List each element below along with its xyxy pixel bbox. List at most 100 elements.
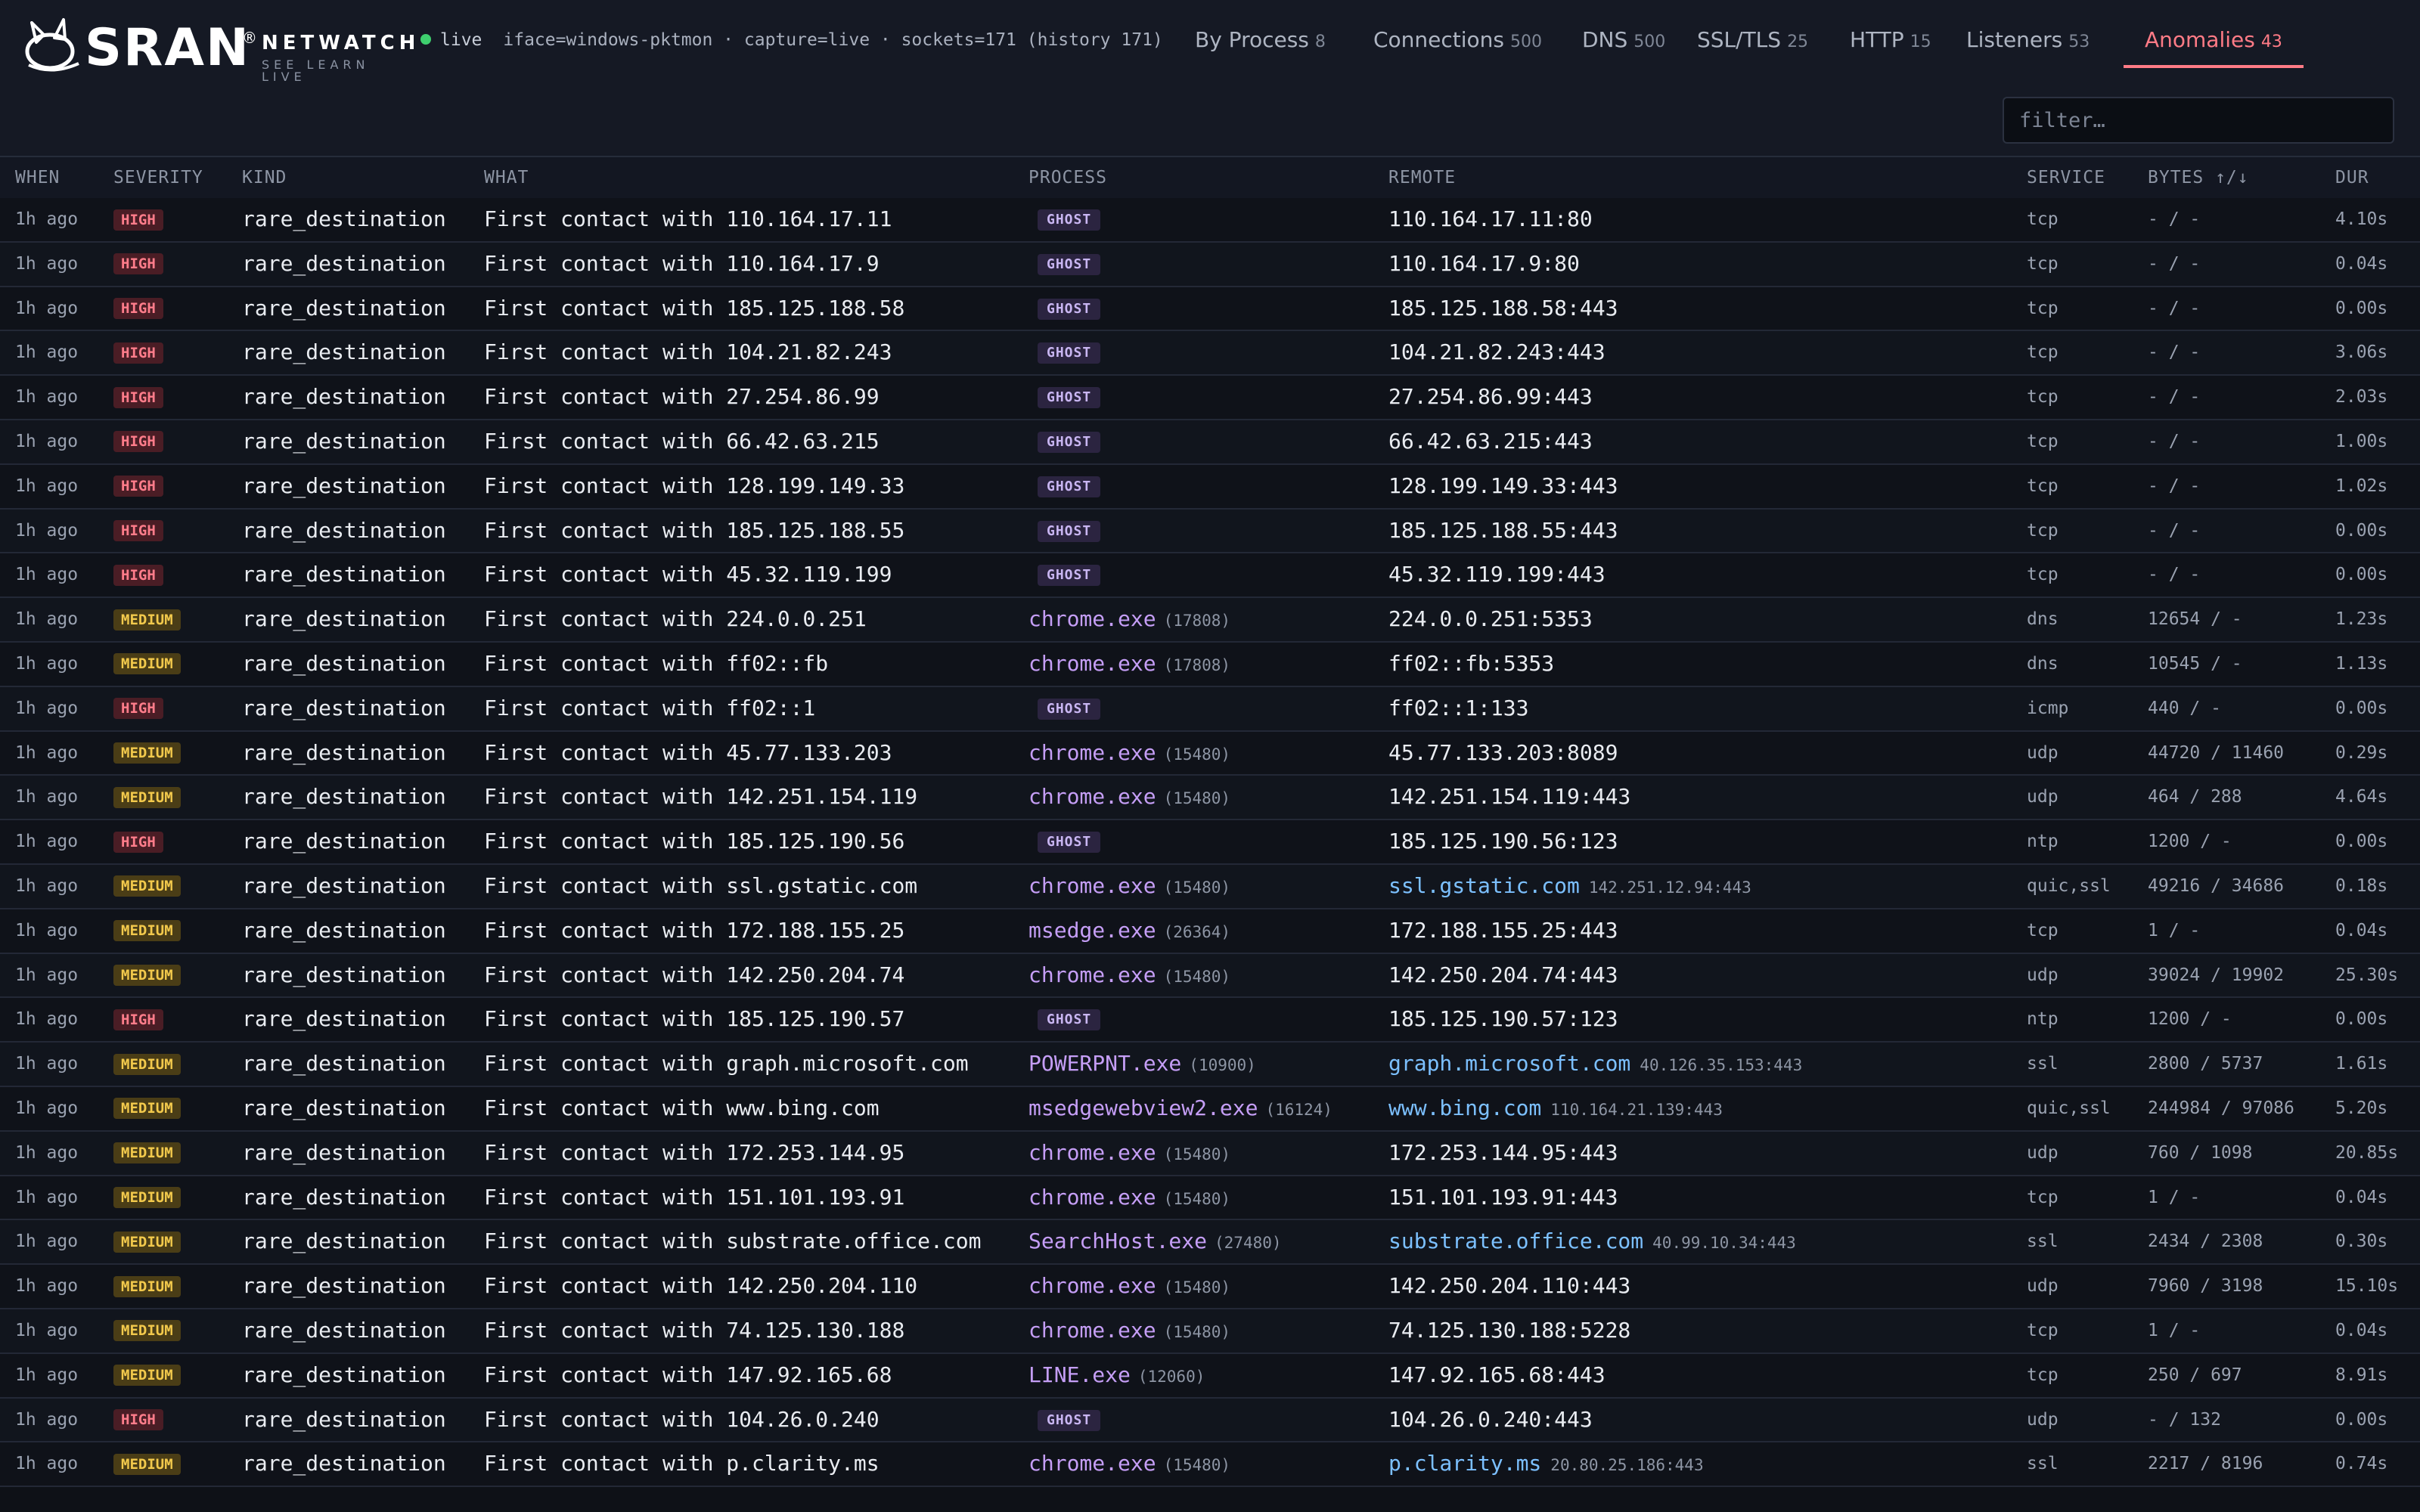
row-remote: 74.125.130.188:5228 [1388, 1309, 1630, 1352]
process-name[interactable]: chrome.exe [1028, 873, 1156, 898]
row-what: First contact with 185.125.188.58 [484, 295, 905, 321]
table-row[interactable]: 1h ago MEDIUM rare_destination First contac… [0, 1353, 2420, 1399]
column-header-process[interactable]: PROCESS [1028, 157, 1107, 198]
table-row[interactable]: 1h ago HIGH rare_destination First contact … [0, 686, 2420, 732]
table-row[interactable]: 1h ago HIGH rare_destination First contact … [0, 820, 2420, 865]
table-row[interactable]: 1h ago MEDIUM rare_destination First contac… [0, 909, 2420, 954]
row-what: First contact with 172.253.144.95 [484, 1139, 905, 1165]
row-process: GHOST [1028, 287, 1101, 330]
process-name[interactable]: chrome.exe [1028, 1273, 1156, 1298]
table-row[interactable]: 1h ago HIGH rare_destination First contact … [0, 376, 2420, 420]
table-row[interactable]: 1h ago MEDIUM rare_destination First contac… [0, 1131, 2420, 1176]
remote-hostname[interactable]: www.bing.com [1388, 1095, 1541, 1120]
column-header-duration[interactable]: DUR [2335, 157, 2369, 198]
process-name[interactable]: chrome.exe [1028, 784, 1156, 809]
live-indicator-icon [420, 34, 431, 45]
table-row[interactable]: 1h ago HIGH rare_destination First contact … [0, 420, 2420, 465]
process-name[interactable]: chrome.exe [1028, 962, 1156, 987]
tab-http[interactable]: HTTP 15 [1850, 0, 1931, 65]
row-kind: rare_destination [242, 1006, 446, 1032]
row-when: 1h ago [15, 476, 79, 496]
row-kind: rare_destination [242, 1451, 446, 1476]
table-row[interactable]: 1h ago HIGH rare_destination First contact … [0, 1398, 2420, 1443]
row-duration: 0.00s [2335, 832, 2388, 852]
table-row[interactable]: 1h ago MEDIUM rare_destination First contac… [0, 598, 2420, 643]
table-row[interactable]: 1h ago MEDIUM rare_destination First contac… [0, 776, 2420, 821]
process-name[interactable]: POWERPNT.exe [1028, 1051, 1181, 1076]
row-when: 1h ago [15, 1365, 79, 1385]
row-service: ssl [2027, 1454, 2059, 1474]
table-row[interactable]: 1h ago HIGH rare_destination First contact … [0, 198, 2420, 243]
ghost-process-badge: GHOST [1038, 832, 1101, 854]
table-row[interactable]: 1h ago MEDIUM rare_destination First contac… [0, 1309, 2420, 1354]
table-row[interactable]: 1h ago MEDIUM rare_destination First contac… [0, 642, 2420, 687]
column-header-when[interactable]: WHEN [15, 157, 60, 198]
process-name[interactable]: chrome.exe [1028, 651, 1156, 676]
process-pid: (15480) [1163, 1322, 1231, 1341]
remote-hostname[interactable]: substrate.office.com [1388, 1228, 1643, 1253]
severity-badge: MEDIUM [113, 1231, 181, 1253]
tab-connections[interactable]: Connections 500 [1373, 0, 1542, 65]
table-row[interactable]: 1h ago HIGH rare_destination First contact … [0, 331, 2420, 376]
table-row[interactable]: 1h ago HIGH rare_destination First contact … [0, 509, 2420, 554]
column-header-bytes[interactable]: BYTES ↑/↓ [2148, 157, 2249, 198]
column-header-service[interactable]: SERVICE [2027, 157, 2105, 198]
column-header-kind[interactable]: KIND [242, 157, 287, 198]
remote-hostname[interactable]: graph.microsoft.com [1388, 1051, 1630, 1076]
remote-address: 104.21.82.243:443 [1388, 339, 1606, 365]
table-row[interactable]: 1h ago HIGH rare_destination First contact … [0, 242, 2420, 287]
row-severity: MEDIUM [113, 909, 181, 952]
row-when: 1h ago [15, 565, 79, 585]
table-row[interactable]: 1h ago MEDIUM rare_destination First contac… [0, 731, 2420, 776]
table-row[interactable]: 1h ago MEDIUM rare_destination First contac… [0, 1043, 2420, 1087]
tab-ssl-tls[interactable]: SSL/TLS 25 [1697, 0, 1808, 65]
row-bytes: - / - [2148, 476, 2201, 496]
table-row[interactable]: 1h ago HIGH rare_destination First contact … [0, 287, 2420, 332]
row-severity: HIGH [113, 510, 163, 552]
row-kind: rare_destination [242, 1051, 446, 1077]
remote-address: 142.250.204.110:443 [1388, 1273, 1631, 1299]
column-header-remote[interactable]: REMOTE [1388, 157, 1456, 198]
process-name[interactable]: LINE.exe [1028, 1362, 1131, 1387]
tab-anomalies[interactable]: Anomalies 43 [2124, 0, 2304, 68]
filter-input[interactable] [2003, 97, 2394, 144]
table-row[interactable]: 1h ago MEDIUM rare_destination First contac… [0, 864, 2420, 909]
table-row[interactable]: 1h ago MEDIUM rare_destination First contac… [0, 1220, 2420, 1266]
row-duration: 20.85s [2335, 1142, 2399, 1163]
table-row[interactable]: 1h ago HIGH rare_destination First contact … [0, 553, 2420, 599]
table-row[interactable]: 1h ago MEDIUM rare_destination First contac… [0, 1086, 2420, 1132]
severity-badge: MEDIUM [113, 786, 181, 808]
row-service: tcp [2027, 1365, 2059, 1385]
table-row[interactable]: 1h ago HIGH rare_destination First contact … [0, 464, 2420, 510]
row-severity: MEDIUM [113, 732, 181, 774]
table-row[interactable]: 1h ago MEDIUM rare_destination First contac… [0, 1265, 2420, 1309]
row-when: 1h ago [15, 1320, 79, 1340]
column-header-severity[interactable]: SEVERITY [113, 157, 203, 198]
tab-dns[interactable]: DNS 500 [1582, 0, 1665, 65]
process-name[interactable]: chrome.exe [1028, 1140, 1156, 1165]
process-name[interactable]: chrome.exe [1028, 1185, 1156, 1210]
process-name[interactable]: msedgewebview2.exe [1028, 1095, 1258, 1120]
table-row[interactable]: 1h ago MEDIUM rare_destination First contac… [0, 1442, 2420, 1488]
row-kind: rare_destination [242, 962, 446, 987]
process-name[interactable]: chrome.exe [1028, 606, 1156, 631]
tab-listeners[interactable]: Listeners 53 [1966, 0, 2090, 65]
table-row[interactable]: 1h ago HIGH rare_destination First contact … [0, 998, 2420, 1043]
row-when: 1h ago [15, 387, 79, 407]
remote-address: 45.77.133.203:8089 [1388, 739, 1618, 765]
process-name[interactable]: SearchHost.exe [1028, 1228, 1207, 1253]
process-name[interactable]: chrome.exe [1028, 1318, 1156, 1343]
remote-hostname[interactable]: p.clarity.ms [1388, 1451, 1541, 1476]
remote-hostname[interactable]: ssl.gstatic.com [1388, 873, 1580, 898]
table-row[interactable]: 1h ago MEDIUM rare_destination First contac… [0, 1176, 2420, 1221]
tab-by-process[interactable]: By Process 8 [1195, 0, 1326, 65]
process-name[interactable]: msedge.exe [1028, 918, 1156, 943]
row-service: quic,ssl [2027, 875, 2111, 896]
column-header-what[interactable]: WHAT [484, 157, 529, 198]
row-severity: MEDIUM [113, 1220, 181, 1263]
table-row[interactable]: 1h ago MEDIUM rare_destination First contac… [0, 953, 2420, 999]
process-name[interactable]: chrome.exe [1028, 1451, 1156, 1476]
row-duration: 1.00s [2335, 431, 2388, 451]
row-severity: HIGH [113, 331, 163, 373]
process-name[interactable]: chrome.exe [1028, 740, 1156, 765]
